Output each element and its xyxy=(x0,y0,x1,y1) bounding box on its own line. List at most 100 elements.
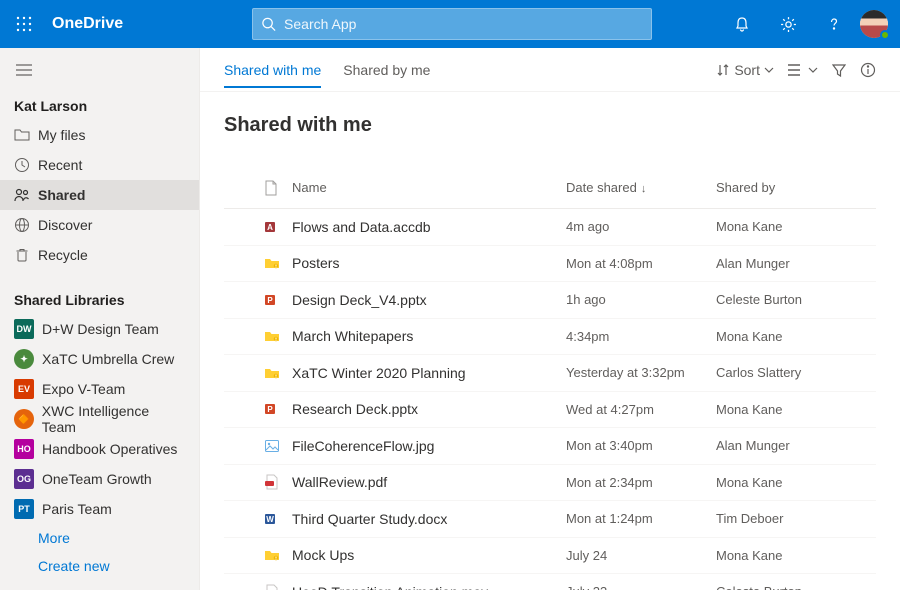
svg-text:P: P xyxy=(267,405,273,414)
library-item[interactable]: DW D+W Design Team xyxy=(0,314,199,344)
sidebar: Kat Larson My files Recent Shared Discov… xyxy=(0,48,200,590)
library-badge: OG xyxy=(14,469,34,489)
file-name: XaTC Winter 2020 Planning xyxy=(292,365,566,381)
pivot-shared-by-me[interactable]: Shared by me xyxy=(343,52,430,88)
table-row[interactable]: Posters Mon at 4:08pm Alan Munger xyxy=(224,246,876,283)
file-shared-by: Celeste Burton xyxy=(716,292,876,307)
nav-recycle[interactable]: Recycle xyxy=(0,240,199,270)
pivot-shared-with-me[interactable]: Shared with me xyxy=(224,52,321,88)
file-name: UeoD Transition Animation.mov xyxy=(292,584,566,590)
table-row[interactable]: March Whitepapers 4:34pm Mona Kane xyxy=(224,319,876,356)
sort-button[interactable]: Sort xyxy=(716,62,774,78)
settings-button[interactable] xyxy=(768,0,808,48)
search-input[interactable] xyxy=(284,16,643,32)
file-name: Design Deck_V4.pptx xyxy=(292,292,566,308)
library-label: Expo V-Team xyxy=(42,381,125,397)
info-button[interactable] xyxy=(860,62,876,78)
nav-label: Discover xyxy=(38,217,92,233)
file-shared-by: Mona Kane xyxy=(716,219,876,234)
recycle-icon xyxy=(14,247,38,263)
nav-shared[interactable]: Shared xyxy=(0,180,199,210)
file-date: 1h ago xyxy=(566,292,716,307)
file-table: Name Date shared↓ Shared by A Flows and … xyxy=(224,167,876,590)
nav-toggle[interactable] xyxy=(0,58,199,90)
table-row[interactable]: UeoD Transition Animation.mov July 23 Ce… xyxy=(224,574,876,590)
libraries-more[interactable]: More xyxy=(0,524,199,552)
presence-indicator xyxy=(880,30,890,40)
file-type-icon xyxy=(264,474,292,490)
table-row[interactable]: XaTC Winter 2020 Planning Yesterday at 3… xyxy=(224,355,876,392)
file-type-icon: W xyxy=(264,511,292,527)
filter-button[interactable] xyxy=(832,63,846,77)
nav-label: Recent xyxy=(38,157,82,173)
file-type-icon xyxy=(264,547,292,563)
nav-recent[interactable]: Recent xyxy=(0,150,199,180)
folder-icon xyxy=(14,128,38,142)
file-date: Mon at 1:24pm xyxy=(566,511,716,526)
search-container xyxy=(252,8,722,40)
notifications-button[interactable] xyxy=(722,0,762,48)
file-name: WallReview.pdf xyxy=(292,474,566,490)
user-avatar[interactable] xyxy=(860,10,888,38)
header-date[interactable]: Date shared↓ xyxy=(566,180,716,195)
libraries-heading: Shared Libraries xyxy=(0,284,199,314)
library-badge: 🔶 xyxy=(14,409,34,429)
content-area: Shared with me Name Date shared↓ Shared … xyxy=(200,92,900,590)
library-badge: DW xyxy=(14,319,34,339)
file-date: 4m ago xyxy=(566,219,716,234)
library-item[interactable]: ✦XaTC Umbrella Crew xyxy=(0,344,199,374)
library-label: D+W Design Team xyxy=(42,321,159,337)
user-name: Kat Larson xyxy=(0,90,199,120)
file-date: July 24 xyxy=(566,548,716,563)
top-actions xyxy=(722,0,900,48)
table-row[interactable]: W Third Quarter Study.docx Mon at 1:24pm… xyxy=(224,501,876,538)
file-name: Posters xyxy=(292,255,566,271)
clock-icon xyxy=(14,157,38,173)
file-name: FileCoherenceFlow.jpg xyxy=(292,438,566,454)
file-type-icon xyxy=(264,255,292,271)
nav-label: Shared xyxy=(38,187,85,203)
globe-icon xyxy=(14,217,38,233)
view-options-button[interactable] xyxy=(788,64,818,76)
library-item[interactable]: PT Paris Team xyxy=(0,494,199,524)
header-shared-by[interactable]: Shared by xyxy=(716,180,876,195)
command-bar: Shared with me Shared by me Sort xyxy=(200,48,900,92)
table-row[interactable]: A Flows and Data.accdb 4m ago Mona Kane xyxy=(224,209,876,246)
file-date: Mon at 2:34pm xyxy=(566,475,716,490)
search-box[interactable] xyxy=(252,8,652,40)
file-shared-by: Mona Kane xyxy=(716,329,876,344)
nav-my-files[interactable]: My files xyxy=(0,120,199,150)
library-item[interactable]: OG OneTeam Growth xyxy=(0,464,199,494)
file-name: Third Quarter Study.docx xyxy=(292,511,566,527)
nav-label: Recycle xyxy=(38,247,88,263)
help-button[interactable] xyxy=(814,0,854,48)
app-launcher-button[interactable] xyxy=(0,16,48,32)
nav-discover[interactable]: Discover xyxy=(0,210,199,240)
library-item[interactable]: HOHandbook Operatives xyxy=(0,434,199,464)
table-row[interactable]: WallReview.pdf Mon at 2:34pm Mona Kane xyxy=(224,465,876,502)
libraries-create[interactable]: Create new xyxy=(0,552,199,580)
file-type-icon: P xyxy=(264,292,292,308)
library-label: Handbook Operatives xyxy=(42,441,177,457)
main-area: Shared with me Shared by me Sort xyxy=(200,48,900,590)
library-item[interactable]: 🔶XWC Intelligence Team xyxy=(0,404,199,434)
table-row[interactable]: P Research Deck.pptx Wed at 4:27pm Mona … xyxy=(224,392,876,429)
library-item[interactable]: EVExpo V-Team xyxy=(0,374,199,404)
library-badge: PT xyxy=(14,499,34,519)
table-row[interactable]: P Design Deck_V4.pptx 1h ago Celeste Bur… xyxy=(224,282,876,319)
table-row[interactable]: Mock Ups July 24 Mona Kane xyxy=(224,538,876,575)
table-header: Name Date shared↓ Shared by xyxy=(224,167,876,209)
file-type-icon xyxy=(264,584,292,590)
file-shared-by: Celeste Burton xyxy=(716,584,876,590)
search-icon xyxy=(261,16,276,32)
header-name[interactable]: Name xyxy=(292,180,566,195)
svg-text:P: P xyxy=(267,296,273,305)
file-name: March Whitepapers xyxy=(292,328,566,344)
list-view-icon xyxy=(788,64,804,76)
library-label: Paris Team xyxy=(42,501,112,517)
file-shared-by: Mona Kane xyxy=(716,402,876,417)
table-row[interactable]: FileCoherenceFlow.jpg Mon at 3:40pm Alan… xyxy=(224,428,876,465)
library-label: OneTeam Growth xyxy=(42,471,152,487)
file-type-icon: A xyxy=(264,219,292,235)
chevron-down-icon xyxy=(808,67,818,73)
